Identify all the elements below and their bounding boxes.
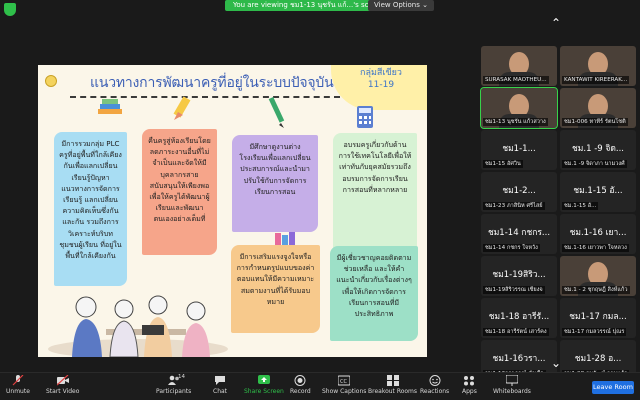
record-label: Record — [290, 388, 311, 395]
idea-card-technology-training: อบรมครูเกี่ยวกับด้านการใช้เทคโนโลยีเพื่อ… — [333, 133, 417, 259]
participant-tile[interactable]: ชม1-19สิริว... ชม1-19สิริวรรณ เชียงจ — [481, 256, 557, 296]
breakout-rooms-label: Breakout Rooms — [368, 388, 418, 395]
participant-tile[interactable]: KANTAWIT KIREERAK... — [560, 46, 636, 86]
breakout-rooms-button[interactable]: Breakout Rooms — [368, 375, 417, 395]
whiteboards-button[interactable]: Whiteboards — [493, 375, 531, 395]
idea-card-plc: มีการรวมกลุ่ม PLC ครูที่อยู่พื้นที่ใกล้เ… — [54, 132, 127, 286]
share-screen-label: Share Screen — [244, 388, 284, 395]
participant-tile[interactable]: ชม1-2... ชม1-23 ภาสินิห ศรีไสย์ — [481, 172, 557, 212]
chat-label: Chat — [213, 388, 228, 395]
participant-tile[interactable]: ชม.1-15 อั... ชม.1-15 อั... — [560, 172, 636, 212]
participant-label: ชม.1-15 อั... — [562, 202, 599, 210]
participant-label: ชม.1 -9 จิดาภา นามวงศ์ — [562, 160, 627, 168]
calculator-icon — [357, 106, 373, 128]
share-screen-button[interactable]: Share Screen — [244, 375, 284, 395]
participant-tile[interactable]: ชม1-006 ทาทีร์ รัตนโชติ — [560, 88, 636, 128]
participant-label: ชม1-006 ทาทีร์ รัตนโชติ — [562, 118, 628, 126]
participant-label: ชม.1-16 เยาวพา ใจหลวง — [562, 244, 629, 252]
group-label: กลุ่มสีเขียว — [360, 68, 402, 78]
show-captions-label: Show Captions — [322, 388, 367, 395]
participant-label: ชม1-23 ภาสินิห ศรีไสย์ — [483, 202, 545, 210]
show-captions-button[interactable]: CC Show Captions — [322, 375, 366, 395]
participant-tile[interactable]: ชม.1-16 เยา... ชม.1-16 เยาวพา ใจหลวง — [560, 214, 636, 254]
participant-label: SURASAK MAOTHEU... — [483, 76, 549, 84]
meeting-toolbar: Unmute Start Video Participants 14 Chat … — [0, 372, 640, 400]
pencil-icon — [173, 96, 191, 120]
participant-tile[interactable]: ชม1-1... ชม1-15 อัศวิน — [481, 130, 557, 170]
participant-tile[interactable]: ชม.1 - 2 ชุกฤษฎิ์ สิงห์แก้ว — [560, 256, 636, 296]
apps-label: Apps — [462, 388, 477, 395]
participant-name: ชม.1-16 เยา... — [569, 228, 627, 238]
participant-tile[interactable]: ชม1-13 นุชรัน แก้วสวาง — [480, 87, 558, 129]
participant-label: ชม.1 - 2 ชุกฤษฎิ์ สิงห์แก้ว — [562, 286, 630, 294]
reactions-button[interactable]: Reactions — [420, 375, 449, 395]
participants-count: 14 — [178, 374, 185, 380]
shared-screen: แนวทางการพัฒนาครูที่อยู่ในระบบปัจจุบัน ก… — [0, 22, 462, 372]
participant-name: ชม1-14 กชกร... — [487, 228, 551, 238]
participant-label: ชม1-18 อารีรัตน์ เสาร์คง — [483, 328, 549, 336]
participant-label: ชม1-13 นุชรัน แก้วสวาง — [483, 118, 548, 126]
participant-label: ชม1-15 อัศวิน — [483, 160, 523, 168]
books-icon — [98, 99, 122, 114]
reactions-label: Reactions — [420, 388, 450, 395]
unmute-button[interactable]: Unmute — [6, 375, 30, 395]
unmute-label: Unmute — [6, 388, 30, 395]
breakout-rooms-icon — [386, 375, 399, 386]
zoom-meeting-window: You are viewing ชม1-13 นุชรัน แก้...'s s… — [0, 0, 640, 400]
participant-tile[interactable]: SURASAK MAOTHEU... — [481, 46, 557, 86]
participant-name: ชม1-2... — [502, 186, 536, 196]
participants-label: Participants — [156, 388, 192, 395]
participant-label: ชม1-17 กมลวรรณ์ ปุณร — [562, 328, 627, 336]
view-options-button[interactable]: View Options ⌄ — [368, 0, 434, 11]
participants-button[interactable]: Participants 14 — [156, 374, 192, 395]
start-video-button[interactable]: Start Video — [46, 375, 79, 395]
group-range: 11-19 — [367, 80, 395, 90]
participant-name: ชม1-17 กมล... — [569, 312, 627, 322]
idea-card-incentives: มีการเสริมแรงจูงใจหรือการกำหนดรูปแบบของค… — [231, 245, 320, 333]
microphone-muted-icon — [12, 375, 24, 386]
participant-name: ชม.1-15 อั... — [573, 186, 623, 196]
participant-label: ชม1-19สิริวรรณ เชียงจ — [483, 286, 545, 294]
start-video-label: Start Video — [46, 388, 80, 395]
participant-tile[interactable]: ชม1-18 อารีรั... ชม1-18 อารีรัตน์ เสาร์คง — [481, 298, 557, 338]
chat-icon — [215, 376, 226, 385]
smiley-icon — [429, 375, 441, 386]
idea-card-study-visit: มีศึกษาดูงานต่างโรงเรียนเพื่อแลกเปลี่ยนป… — [232, 135, 318, 232]
leave-room-button[interactable]: Leave Room — [592, 381, 634, 394]
whiteboard-icon — [505, 375, 518, 386]
video-off-icon — [56, 375, 69, 386]
idea-card-expert-mentoring: มีผู้เชี่ยวชาญคอยติดตาม ช่วยเหลือ และให้… — [330, 246, 418, 341]
captions-icon: CC — [338, 375, 351, 386]
participant-tile[interactable]: ชม1-17 กมล... ชม1-17 กมลวรรณ์ ปุณร — [560, 298, 636, 338]
participant-name: ชม1-28 อ... — [574, 354, 622, 364]
slide-title: แนวทางการพัฒนาครูที่อยู่ในระบบปัจจุบัน — [90, 75, 334, 91]
apps-icon — [464, 376, 475, 386]
lightbulb-icon — [45, 75, 57, 87]
teachers-meeting-illustration — [48, 295, 228, 357]
participant-name: ชม1-19สิริว... — [492, 270, 546, 280]
presentation-slide: แนวทางการพัฒนาครูที่อยู่ในระบบปัจจุบัน ก… — [38, 65, 427, 357]
participants-gallery: ⌃ SURASAK MAOTHEU... KANTAWIT KIREERAK...… — [474, 0, 640, 380]
record-button[interactable]: Record — [290, 375, 311, 395]
svg-text:CC: CC — [340, 379, 347, 385]
participant-label: KANTAWIT KIREERAK... — [562, 76, 630, 84]
group-badge: กลุ่มสีเขียว 11-19 — [331, 65, 427, 110]
idea-card-reduce-workload: คืนครูสู่ห้องเรียนโดยลดภาระงานอื่นที่ไม่… — [142, 129, 217, 255]
whiteboards-label: Whiteboards — [493, 388, 531, 395]
participant-name: ชม.1 -9 จิด... — [572, 144, 624, 154]
chevron-up-icon[interactable]: ⌃ — [546, 16, 566, 30]
participant-label: ชม1-14 กชกร ใจหวัง — [483, 244, 540, 252]
record-icon — [294, 375, 306, 386]
shield-icon[interactable] — [4, 3, 16, 16]
participant-name: ชม1-1... — [502, 144, 536, 154]
pen-icon — [268, 96, 285, 128]
share-screen-icon — [257, 375, 270, 384]
participant-tile[interactable]: ชม.1 -9 จิด... ชม.1 -9 จิดาภา นามวงศ์ — [560, 130, 636, 170]
chat-button[interactable]: Chat — [213, 375, 227, 395]
participant-tile[interactable]: ชม1-14 กชกร... ชม1-14 กชกร ใจหวัง — [481, 214, 557, 254]
apps-button[interactable]: Apps — [462, 375, 477, 395]
chevron-down-icon[interactable]: ⌄ — [546, 356, 566, 370]
participant-name: ชม1-18 อารีรั... — [488, 312, 550, 322]
